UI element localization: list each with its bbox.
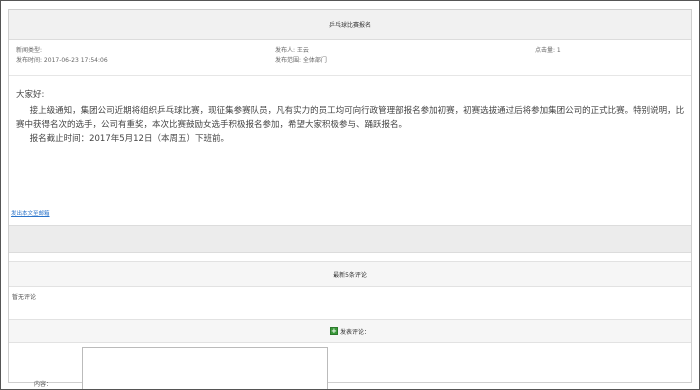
window-frame: 乒乓球比赛报名 新闻类型: 发布时间: 2017-06-23 17:54:06 … (0, 0, 700, 390)
publisher: 发布人: 王云 (275, 47, 309, 54)
news-type: 新闻类型: (16, 47, 43, 54)
meta-left: 新闻类型: 发布时间: 2017-06-23 17:54:06 (16, 46, 108, 66)
comments-header: 最新5条评论 (9, 261, 691, 287)
content-label: 内容： (34, 381, 53, 388)
notice-title-bar: 乒乓球比赛报名 (9, 10, 691, 40)
post-comment-bar: + 发表评论： (9, 319, 691, 343)
body-paragraph-2: 报名截止时间：2017年5月12日（本周五）下班前。 (29, 134, 229, 144)
divider-band (9, 225, 691, 253)
comment-form-row: 内容： (9, 343, 691, 389)
post-comment-label: 发表评论： (339, 328, 370, 336)
add-comment-icon[interactable]: + (329, 327, 338, 335)
no-comments-text: 暂无评论 (12, 294, 37, 301)
body-paragraph-1: 接上级通知，集团公司近期将组织乒乓球比赛，现征集参赛队员，凡有实力的员工均可向行… (16, 106, 685, 130)
publish-scope: 发布范围: 全体部门 (275, 57, 327, 64)
notice-content-area: 大家好: 接上级通知，集团公司近期将组织乒乓球比赛，现征集参赛队员，凡有实力的员… (9, 75, 691, 225)
notice-panel: 乒乓球比赛报名 新闻类型: 发布时间: 2017-06-23 17:54:06 … (8, 9, 692, 389)
publish-time: 发布时间: 2017-06-23 17:54:06 (16, 57, 108, 64)
meta-middle: 发布人: 王云 发布范围: 全体部门 (275, 46, 327, 66)
notice-title: 乒乓球比赛报名 (328, 22, 371, 29)
send-to-email-link[interactable]: 发出本文至邮箱 (11, 209, 50, 217)
greeting-text: 大家好: (16, 90, 45, 100)
comments-header-title: 最新5条评论 (333, 271, 367, 279)
notice-body: 大家好: 接上级通知，集团公司近期将组织乒乓球比赛，现征集参赛队员，凡有实力的员… (16, 88, 686, 146)
meta-right: 点击量: 1 (535, 46, 561, 56)
comment-content-input[interactable] (82, 347, 328, 389)
click-count: 点击量: 1 (535, 47, 561, 54)
